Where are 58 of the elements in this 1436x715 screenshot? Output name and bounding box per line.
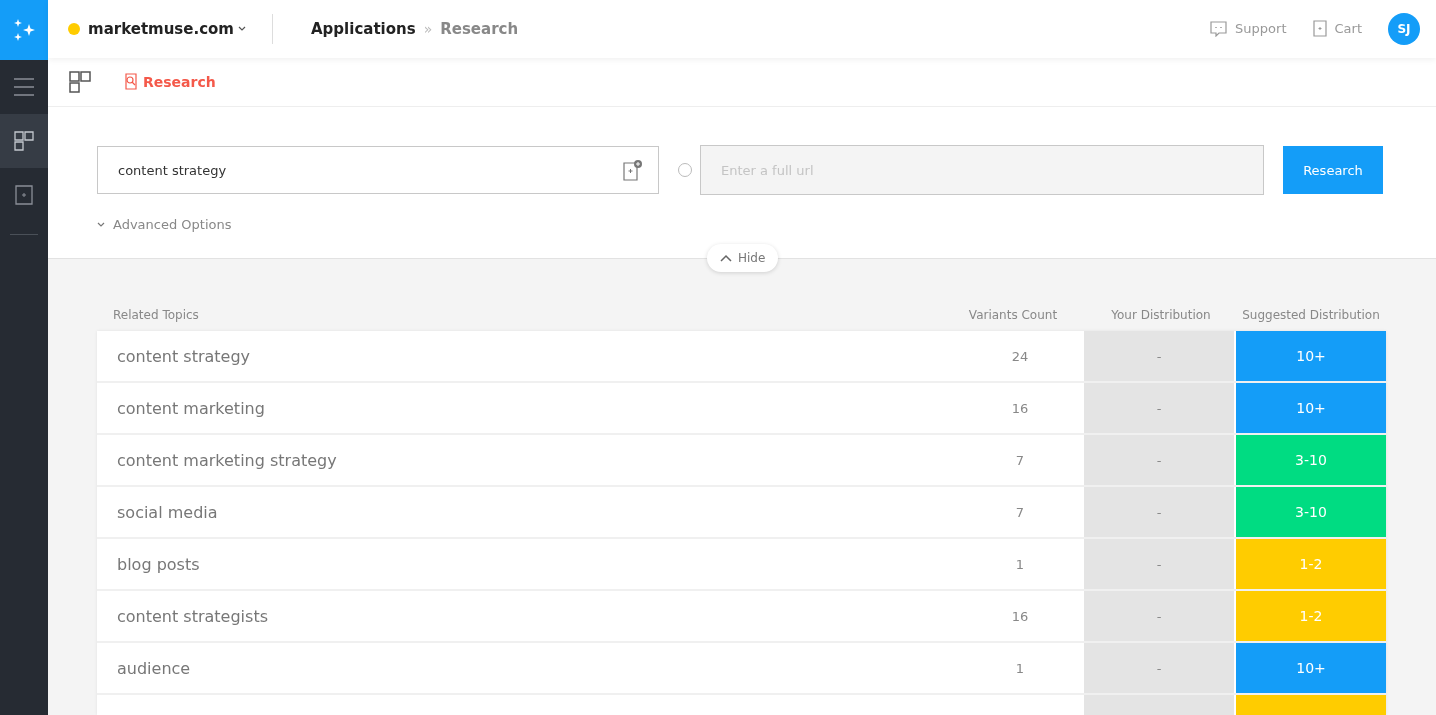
count-cell-text: 7 [1014,451,1026,470]
topic-cell-text: social media [116,501,219,524]
chevron-down-icon [97,222,105,227]
chevron-down-icon [238,26,246,32]
support-link[interactable]: Support [1235,21,1287,37]
count-cell-text: 1 [1014,555,1026,574]
column-header: Variants Count [967,308,1059,322]
research-icon [123,73,139,91]
topic-cell-text: blog posts [116,553,201,576]
grid-icon [14,131,34,151]
cart-link[interactable]: Cart [1334,21,1362,37]
suggested-distribution-cell: 10+ [1236,331,1386,381]
suggested-distribution-cell: 10+ [1236,383,1386,433]
suggested-distribution-cell: 1-2 [1236,591,1386,641]
distribution-cell: - [1084,539,1234,589]
site-selector[interactable]: marketmuse.com [88,19,246,38]
topic-cell-text: audience [116,657,192,680]
distribution-cell: - [1084,487,1234,537]
count-cell-text: 16 [1010,399,1030,418]
column-header: Related Topics [112,308,200,322]
research-button[interactable]: Research [1283,146,1383,194]
grid-icon[interactable] [69,70,91,93]
menu-icon [14,77,34,97]
chevron-up-icon [720,254,732,262]
distribution-cell: - [1084,435,1234,485]
breadcrumb-separator: » [423,20,433,37]
suggested-distribution-cell: 3-10 [1236,487,1386,537]
cart-icon [1312,20,1327,38]
add-page-icon [623,159,643,181]
distribution-cell: - [1084,643,1234,693]
topic-cell-text: content strategy [116,345,252,368]
topic-cell-text: content marketing strategy [116,449,338,472]
topic-cell-text: content strategists [116,605,269,628]
count-cell-text: 24 [1010,347,1030,366]
suggested-distribution-cell: 10+ [1236,643,1386,693]
sidebar-item[interactable] [0,114,48,168]
topic-cell-text: content marketing [116,397,266,420]
page-title-text: Research [143,73,216,90]
column-header: Your Distribution [1110,308,1212,322]
column-header: Suggested Distribution [1241,308,1381,322]
distribution-cell: - [1084,383,1234,433]
suggested-distribution-cell: 1-2 [1236,539,1386,589]
breadcrumb-current: Research [440,19,519,38]
user-avatar[interactable]: SJ [1388,12,1420,45]
advanced-options-toggle[interactable]: Advanced Options [97,217,232,232]
breadcrumb-link[interactable]: Applications [311,19,416,38]
add-page-icon [15,185,33,205]
distribution-cell: - [1084,331,1234,381]
status-dot [68,22,80,35]
logo-icon[interactable] [0,0,48,60]
count-cell-text: 1 [1014,659,1026,678]
count-cell-text: 7 [1014,503,1026,522]
hide-button[interactable]: Hide [707,244,779,272]
topic-field[interactable]: content strategy [97,146,659,194]
chat-icon [1210,20,1228,37]
distribution-cell: - [1084,591,1234,641]
suggested-distribution-cell: 3-10 [1236,435,1386,485]
count-cell-text: 16 [1010,607,1030,626]
